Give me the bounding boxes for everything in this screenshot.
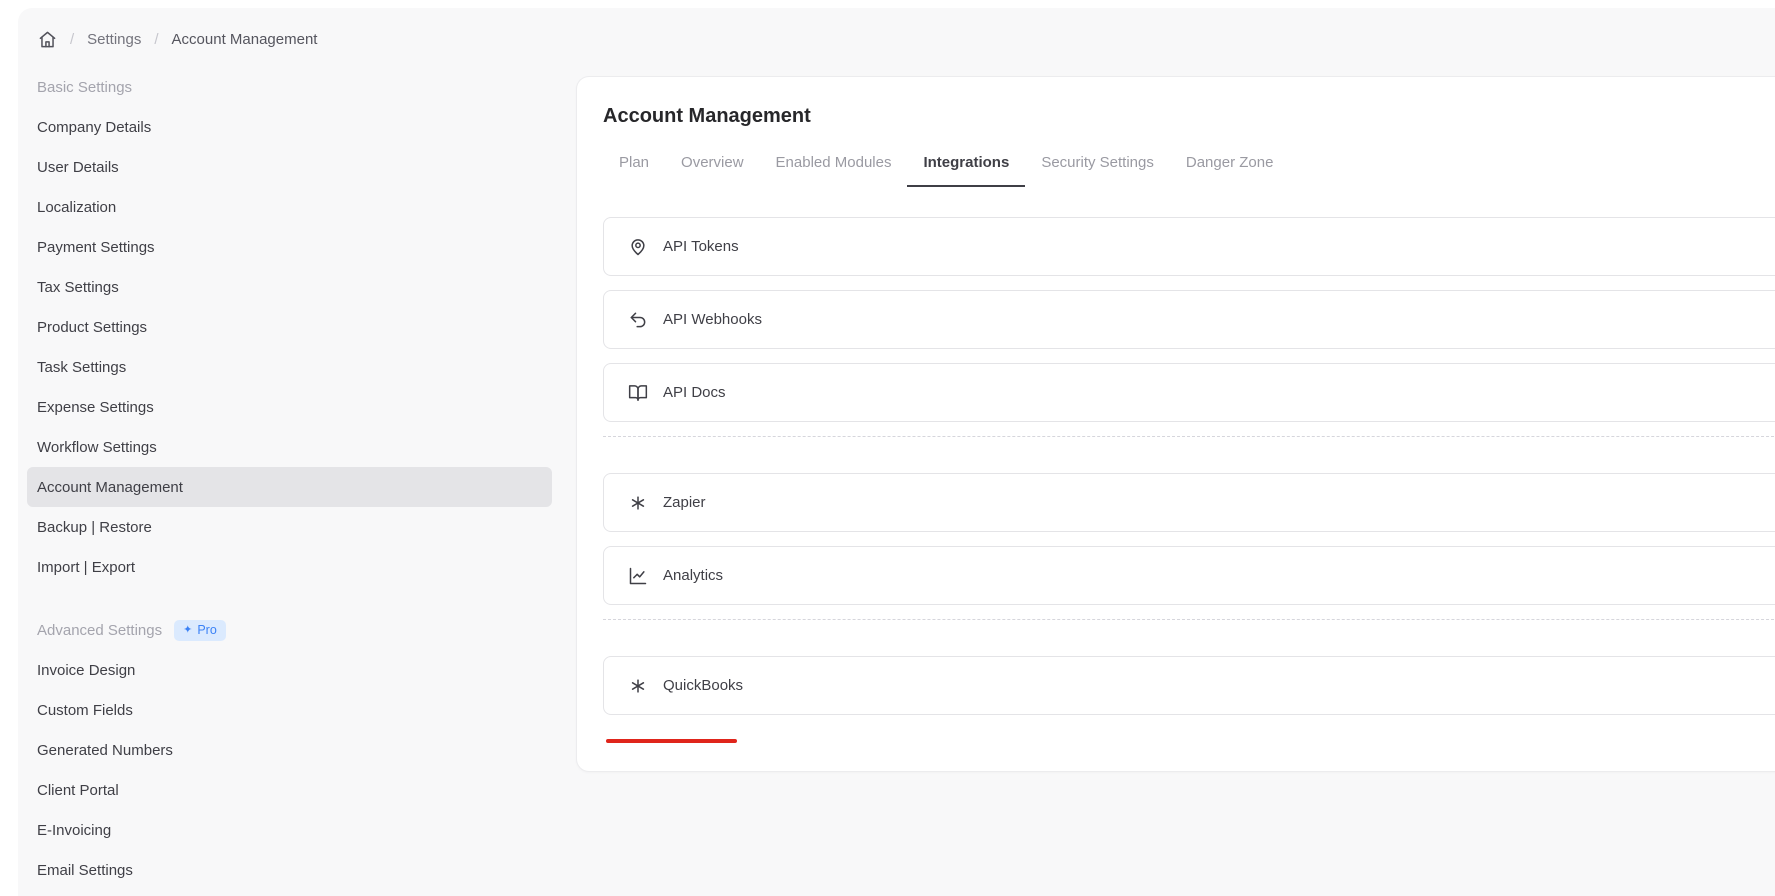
account-management-card: Account Management Plan Overview Enabled…: [577, 77, 1775, 771]
sidebar-item-localization[interactable]: Localization: [27, 187, 552, 227]
home-icon[interactable]: [38, 30, 57, 49]
group-divider: [603, 436, 1775, 437]
tab-bar: Plan Overview Enabled Modules Integratio…: [603, 154, 1775, 187]
integration-row-label: Analytics: [663, 567, 724, 584]
settings-sidebar: Basic Settings Company Details User Deta…: [27, 67, 552, 890]
sidebar-item-invoice-design[interactable]: Invoice Design: [27, 650, 552, 690]
sidebar-item-company-details[interactable]: Company Details: [27, 107, 552, 147]
tab-enabled-modules[interactable]: Enabled Modules: [760, 154, 908, 187]
api-docs-icon: [628, 383, 648, 403]
sidebar-item-payment-settings[interactable]: Payment Settings: [27, 227, 552, 267]
integration-row-analytics[interactable]: Analytics: [603, 546, 1775, 605]
breadcrumb-account-management: Account Management: [171, 30, 318, 48]
sidebar-item-task-settings[interactable]: Task Settings: [27, 347, 552, 387]
api-webhooks-icon: [628, 310, 648, 330]
sidebar-item-account-management[interactable]: Account Management: [27, 467, 552, 507]
sidebar-item-backup-restore[interactable]: Backup | Restore: [27, 507, 552, 547]
sidebar-section-advanced-settings: Advanced Settings ✦ Pro: [27, 610, 552, 650]
pro-badge-label: Pro: [197, 622, 217, 637]
sidebar-section-advanced-label: Advanced Settings: [37, 621, 163, 639]
group-divider: [603, 619, 1775, 620]
sparkles-icon: ✦: [183, 623, 193, 636]
quickbooks-icon: [628, 676, 648, 696]
integration-row-api-webhooks[interactable]: API Webhooks: [603, 290, 1775, 349]
integration-row-label: Zapier: [663, 494, 706, 511]
integration-row-zapier[interactable]: Zapier: [603, 473, 1775, 532]
pro-badge: ✦ Pro: [174, 619, 226, 641]
integration-list: API Tokens API Webhooks API Docs Zapier …: [603, 217, 1775, 715]
integration-row-label: API Tokens: [663, 238, 739, 255]
sidebar-item-client-portal[interactable]: Client Portal: [27, 770, 552, 810]
page-title: Account Management: [603, 105, 811, 127]
analytics-icon: [628, 566, 648, 586]
integration-row-api-docs[interactable]: API Docs: [603, 363, 1775, 422]
sidebar-item-e-invoicing[interactable]: E-Invoicing: [27, 810, 552, 850]
integration-row-label: API Docs: [663, 384, 726, 401]
sidebar-section-basic-settings: Basic Settings: [37, 78, 133, 96]
tab-security-settings[interactable]: Security Settings: [1025, 154, 1170, 187]
tab-plan[interactable]: Plan: [603, 154, 665, 187]
sidebar-item-custom-fields[interactable]: Custom Fields: [27, 690, 552, 730]
sidebar-item-email-settings[interactable]: Email Settings: [27, 850, 552, 890]
sidebar-item-product-settings[interactable]: Product Settings: [27, 307, 552, 347]
annotation-red-underline: [606, 739, 737, 743]
breadcrumb: / Settings / Account Management: [38, 24, 317, 54]
app-surface: / Settings / Account Management Basic Se…: [18, 8, 1775, 896]
api-tokens-icon: [628, 237, 648, 257]
tab-integrations[interactable]: Integrations: [907, 154, 1026, 187]
sidebar-item-user-details[interactable]: User Details: [27, 147, 552, 187]
zapier-icon: [628, 493, 648, 513]
integration-row-quickbooks[interactable]: QuickBooks: [603, 656, 1775, 715]
sidebar-item-tax-settings[interactable]: Tax Settings: [27, 267, 552, 307]
breadcrumb-separator: /: [70, 30, 75, 48]
sidebar-item-generated-numbers[interactable]: Generated Numbers: [27, 730, 552, 770]
integration-row-label: API Webhooks: [663, 311, 762, 328]
tab-overview[interactable]: Overview: [665, 154, 760, 187]
sidebar-item-import-export[interactable]: Import | Export: [27, 547, 552, 587]
breadcrumb-settings[interactable]: Settings: [87, 31, 141, 48]
integration-row-api-tokens[interactable]: API Tokens: [603, 217, 1775, 276]
sidebar-item-workflow-settings[interactable]: Workflow Settings: [27, 427, 552, 467]
tab-danger-zone[interactable]: Danger Zone: [1170, 154, 1290, 187]
breadcrumb-separator: /: [154, 30, 159, 48]
sidebar-item-expense-settings[interactable]: Expense Settings: [27, 387, 552, 427]
integration-row-label: QuickBooks: [663, 677, 744, 694]
